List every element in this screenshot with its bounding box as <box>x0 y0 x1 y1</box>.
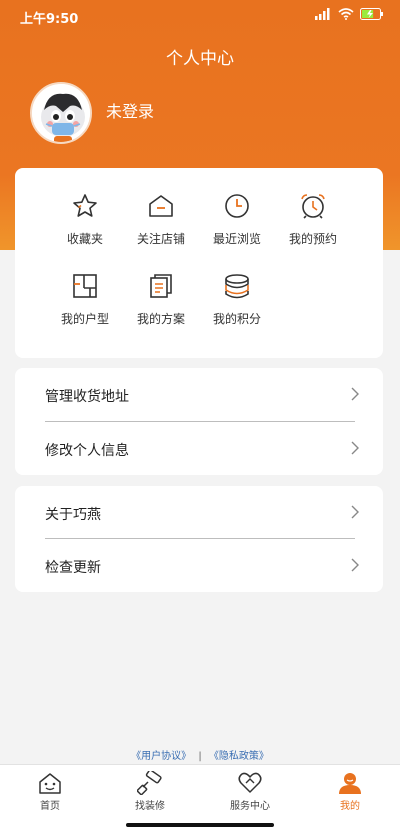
footer-links: 《用户协议》 | 《隐私政策》 <box>0 747 400 762</box>
tab-find-renovation[interactable]: 找装修 <box>110 771 190 812</box>
user-agreement-link[interactable]: 《用户协议》 <box>131 751 191 762</box>
coins-icon <box>225 274 249 299</box>
avatar[interactable] <box>30 82 92 144</box>
status-bar: 上午9:50 <box>0 0 400 32</box>
grid-label: 我的预约 <box>288 232 337 246</box>
grid-label: 关注店铺 <box>136 232 185 246</box>
grid-item-favorites[interactable]: 收藏夹 <box>45 192 125 247</box>
tab-label: 服务中心 <box>230 801 270 812</box>
home-indicator <box>126 823 274 827</box>
grid-label: 我的户型 <box>60 312 109 326</box>
signal-icon <box>315 8 330 20</box>
grid-label: 我的积分 <box>212 312 261 326</box>
chevron-right-icon <box>351 387 359 401</box>
grid-label: 收藏夹 <box>66 232 103 246</box>
quick-access-card: 收藏夹 关注店铺 最近浏览 我的预约 我的户型 我的方案 我的积分 <box>15 168 383 358</box>
user-icon <box>339 773 361 794</box>
wifi-icon <box>338 8 354 20</box>
grid-label: 最近浏览 <box>212 232 261 246</box>
chevron-right-icon <box>351 558 359 572</box>
grid-item-followed-stores[interactable]: 关注店铺 <box>121 192 201 247</box>
store-icon <box>149 195 173 217</box>
star-icon <box>73 194 97 217</box>
tab-mine[interactable]: 我的 <box>310 771 390 812</box>
app-menu-card: 关于巧燕 检查更新 <box>15 486 383 592</box>
menu-row-label: 修改个人信息 <box>45 443 129 459</box>
chevron-right-icon <box>351 441 359 455</box>
paint-roller-icon <box>137 771 162 795</box>
menu-row-about[interactable]: 关于巧燕 <box>15 486 383 539</box>
tab-label: 找装修 <box>135 801 165 812</box>
floor-plan-icon <box>73 274 97 298</box>
tab-service-center[interactable]: 服务中心 <box>210 771 290 812</box>
grid-item-my-appointments[interactable]: 我的预约 <box>273 192 353 247</box>
login-status-text[interactable]: 未登录 <box>106 98 154 122</box>
menu-row-label: 检查更新 <box>45 560 101 576</box>
tab-label: 首页 <box>40 801 60 812</box>
privacy-policy-link[interactable]: 《隐私政策》 <box>209 751 269 762</box>
menu-row-label: 管理收货地址 <box>45 389 129 405</box>
grid-item-recent-views[interactable]: 最近浏览 <box>197 192 277 247</box>
heart-hand-icon <box>238 772 262 793</box>
menu-row-check-update[interactable]: 检查更新 <box>15 539 383 592</box>
document-icon <box>150 274 172 298</box>
grid-label: 我的方案 <box>136 312 185 326</box>
home-icon <box>39 773 61 794</box>
menu-row-manage-address[interactable]: 管理收货地址 <box>15 368 383 421</box>
menu-row-label: 关于巧燕 <box>45 507 101 523</box>
clock-icon <box>225 194 249 218</box>
battery-icon <box>360 8 383 20</box>
bottom-tab-bar: 首页 找装修 服务中心 我的 <box>0 764 400 832</box>
alarm-clock-icon <box>301 194 325 219</box>
tab-label: 我的 <box>340 801 360 812</box>
status-time: 上午9:50 <box>20 12 79 27</box>
tab-home[interactable]: 首页 <box>10 771 90 812</box>
grid-item-my-floor-plan[interactable]: 我的户型 <box>45 272 125 327</box>
grid-item-my-plans[interactable]: 我的方案 <box>121 272 201 327</box>
footer-separator: | <box>198 751 202 762</box>
grid-item-my-points[interactable]: 我的积分 <box>197 272 277 327</box>
status-icons <box>314 8 384 20</box>
chevron-right-icon <box>351 505 359 519</box>
page-title: 个人中心 <box>166 49 234 69</box>
account-menu-card: 管理收货地址 修改个人信息 <box>15 368 383 475</box>
menu-row-edit-profile[interactable]: 修改个人信息 <box>15 422 383 475</box>
